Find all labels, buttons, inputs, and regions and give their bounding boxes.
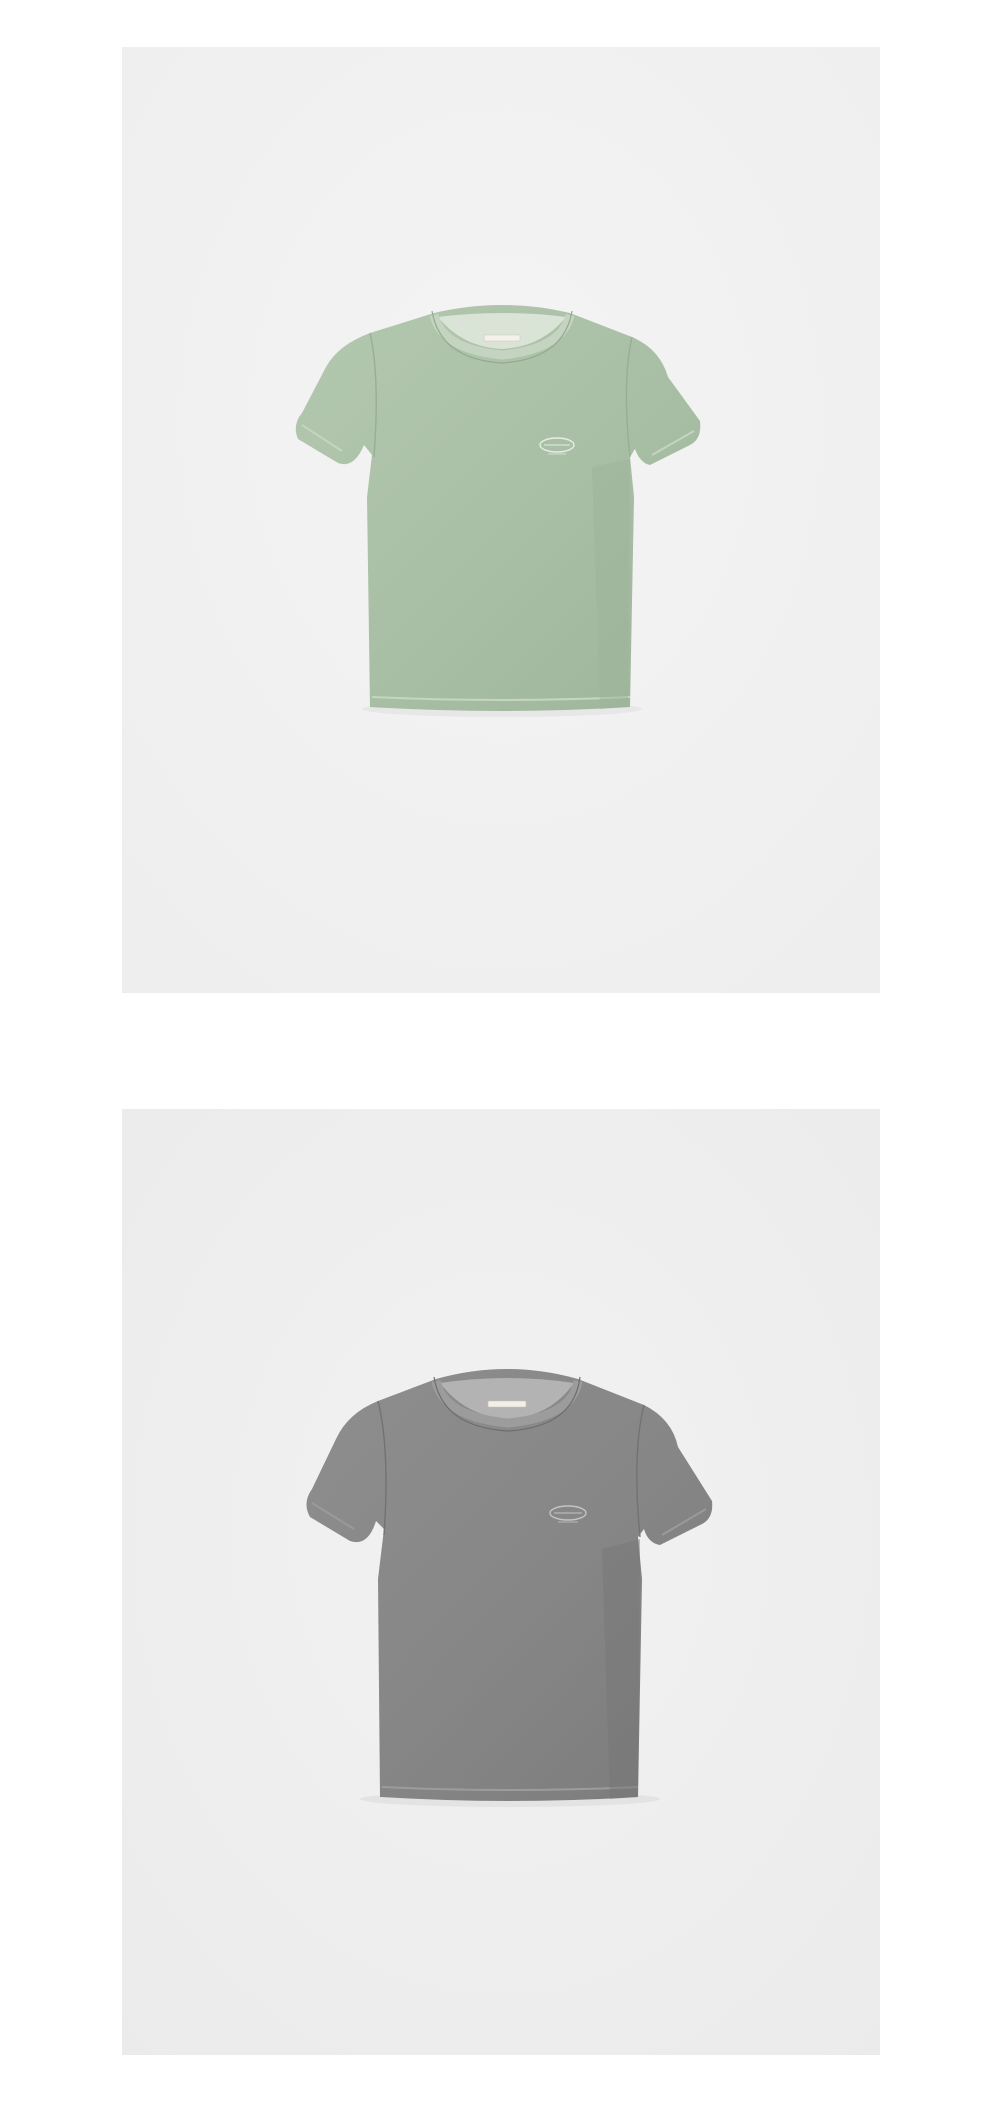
product-image-sage-tshirt <box>122 47 880 993</box>
product-detail-page <box>0 0 1000 2120</box>
neck-label <box>483 334 521 342</box>
product-image-grey-tshirt <box>122 1109 880 2055</box>
neck-label <box>487 1400 527 1408</box>
grey-tshirt-photo <box>122 1109 880 2055</box>
sage-tshirt-photo <box>122 47 880 993</box>
